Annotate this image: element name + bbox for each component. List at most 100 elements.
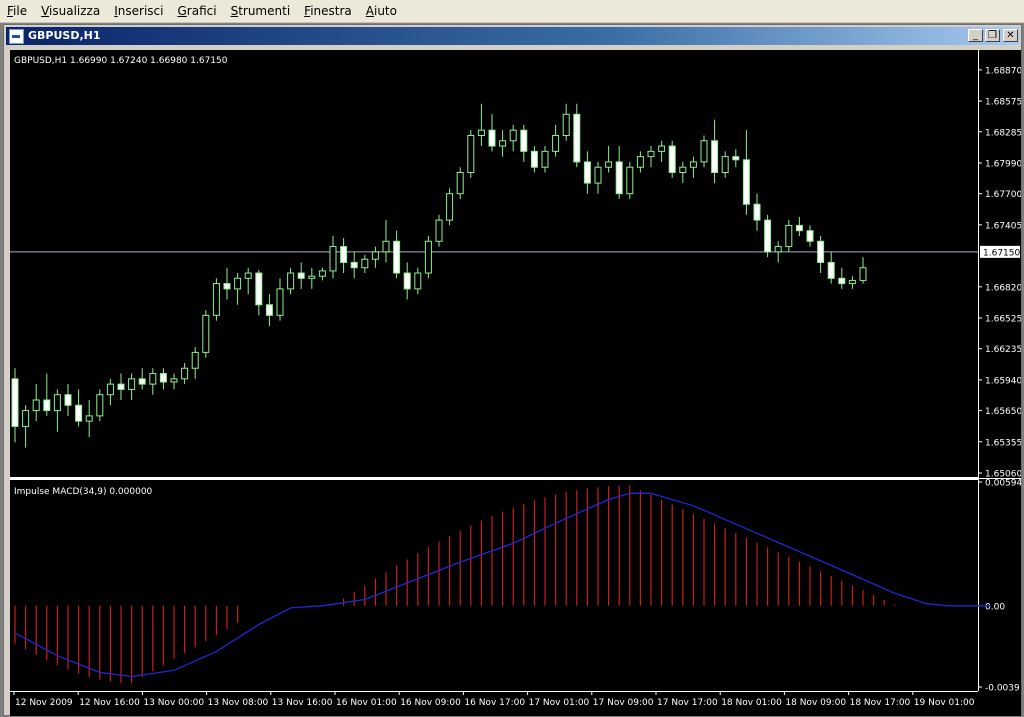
time-label: 13 Nov 00:00: [143, 698, 204, 708]
candle-body: [658, 145, 666, 152]
candle-body: [541, 150, 549, 168]
candle-body: [689, 161, 697, 168]
candle-body: [117, 383, 125, 390]
menu-finestra[interactable]: Finestra: [297, 0, 359, 22]
candle-body: [605, 161, 613, 168]
price-label: 1.68285: [985, 128, 1021, 138]
chart-svg[interactable]: 1.68870 1.68575 1.68285 1.67990 1.67700 1.674…: [10, 50, 1021, 716]
candle-body: [785, 224, 793, 248]
candle-body: [106, 383, 114, 396]
candle-body: [636, 156, 644, 168]
candle-body: [85, 415, 93, 422]
candle-body: [75, 404, 83, 422]
candle-body: [350, 261, 358, 269]
candle-body: [795, 224, 803, 232]
candle-body: [138, 378, 146, 385]
time-label: 16 Nov 01:00: [336, 698, 397, 708]
candle-body: [668, 145, 676, 174]
candle-body: [287, 272, 295, 290]
candle-body: [626, 166, 634, 195]
time-label: 18 Nov 01:00: [721, 698, 782, 708]
minimize-button[interactable]: _: [968, 29, 983, 42]
time-label: 12 Nov 16:00: [79, 698, 140, 708]
candle-body: [499, 140, 507, 147]
candle-body: [488, 129, 496, 147]
menu-visualizza[interactable]: Visualizza: [34, 0, 107, 22]
candle-body: [64, 394, 72, 406]
candle-body: [721, 156, 729, 174]
candle-body: [764, 219, 772, 253]
candle-body: [329, 246, 337, 272]
candle-body: [223, 283, 231, 290]
candle-body: [732, 156, 740, 161]
candle-body: [318, 270, 326, 277]
time-label: 13 Nov 08:00: [208, 698, 269, 708]
candle-body: [742, 159, 750, 205]
price-label: 1.67700: [985, 190, 1021, 200]
candle-body: [520, 129, 528, 152]
candle-body: [181, 367, 189, 380]
symbol-info: GBPUSD,H1 1.66990 1.67240 1.66980 1.6715…: [14, 56, 228, 66]
candle-body: [859, 267, 867, 281]
candle-body: [96, 394, 104, 417]
mdi-workspace: GBPUSD,H1 _ ❐ ✕ 1.68870 1.68575 1.68285 1.6…: [0, 23, 1024, 717]
chart-window: GBPUSD,H1 _ ❐ ✕ 1.68870 1.68575 1.68285 1.6…: [3, 24, 1022, 716]
indicator-label: Impulse MACD(34,9) 0.000000: [14, 487, 153, 497]
menu-file[interactable]: File: [0, 0, 34, 22]
menu-inserisci[interactable]: Inserisci: [107, 0, 170, 22]
time-label: 17 Nov 09:00: [593, 698, 654, 708]
candle-body: [552, 134, 560, 152]
candle-body: [838, 277, 846, 285]
price-label: 1.65650: [985, 407, 1021, 417]
restore-button[interactable]: ❐: [985, 29, 1000, 42]
candle-body: [774, 246, 782, 253]
chart-canvas[interactable]: 1.68870 1.68575 1.68285 1.67990 1.67700 1.674…: [10, 50, 1021, 716]
candle-body: [647, 150, 655, 158]
candle-body: [446, 193, 454, 221]
price-label: 1.65355: [985, 438, 1021, 448]
indicator-pane: [10, 480, 978, 691]
candle-body: [827, 261, 835, 279]
candle-body: [467, 134, 475, 174]
menu-grafici[interactable]: Grafici: [170, 0, 223, 22]
minimize-icon: _: [973, 30, 978, 41]
menu-bar: File Visualizza Inserisci Grafici Strumenti F…: [0, 0, 1024, 23]
candle-body: [456, 172, 464, 195]
candle-body: [212, 283, 220, 316]
time-label: 12 Nov 2009: [15, 698, 73, 708]
candle-body: [340, 246, 348, 263]
chart-window-title: GBPUSD,H1: [28, 29, 101, 42]
candle-body: [393, 240, 401, 274]
candle-body: [170, 378, 178, 383]
candle-body: [297, 272, 305, 279]
time-label: 17 Nov 01:00: [529, 698, 590, 708]
candle-body: [509, 129, 517, 142]
candle-body: [53, 394, 61, 412]
menu-aiuto[interactable]: Aiuto: [359, 0, 404, 22]
candle-body: [414, 272, 422, 290]
chart-window-icon: [9, 29, 24, 44]
current-price-label: 1.67150: [983, 248, 1020, 258]
candle-body: [361, 258, 369, 269]
time-label: 17 Nov 17:00: [657, 698, 718, 708]
chart-titlebar[interactable]: GBPUSD,H1 _ ❐ ✕: [6, 27, 1019, 45]
menu-strumenti[interactable]: Strumenti: [224, 0, 298, 22]
candle-body: [477, 129, 485, 136]
price-label: 1.66820: [985, 283, 1021, 293]
close-icon: ✕: [1006, 30, 1015, 41]
price-label: 1.68870: [985, 66, 1021, 76]
candle-body: [265, 304, 273, 316]
candle-body: [202, 314, 210, 353]
candle-body: [583, 161, 591, 184]
candle-body: [806, 230, 814, 242]
close-button[interactable]: ✕: [1003, 29, 1018, 42]
indicator-scale-label: 0.00: [985, 602, 1005, 612]
candle-body: [594, 166, 602, 184]
candle-body: [382, 240, 390, 253]
candle-body: [753, 203, 761, 221]
candle-body: [711, 140, 719, 174]
indicator-scale-label: -0.0039: [985, 684, 1020, 694]
candle-body: [700, 140, 708, 163]
candle-body: [276, 288, 284, 316]
time-label: 18 Nov 17:00: [850, 698, 911, 708]
